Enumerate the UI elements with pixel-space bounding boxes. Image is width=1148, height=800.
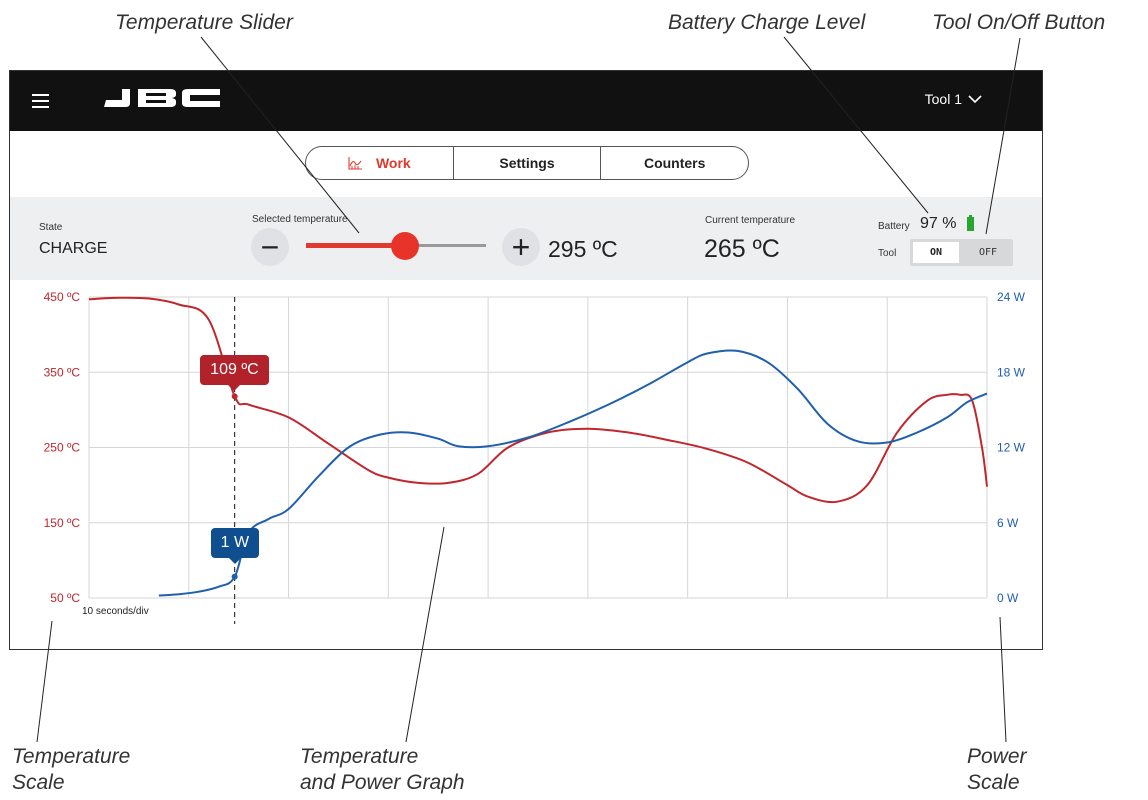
leader-temperature-scale: [36, 620, 53, 743]
leader-graph: [405, 526, 445, 743]
leader-temperature-slider: [200, 36, 360, 234]
leader-tool-on-off-button: [985, 37, 1021, 235]
leader-battery-charge-level: [783, 36, 929, 214]
callout-leader-lines: [36, 36, 1021, 743]
leader-power-scale: [999, 616, 1007, 743]
